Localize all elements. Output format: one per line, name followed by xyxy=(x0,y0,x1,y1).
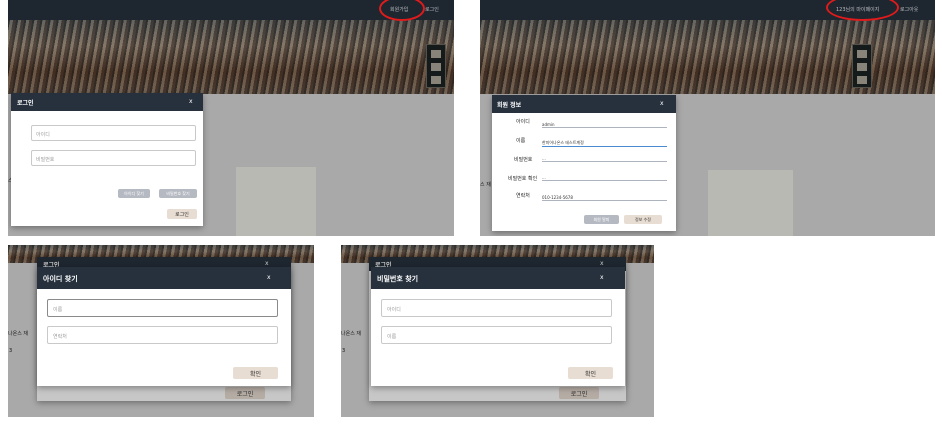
name-label: 이름 xyxy=(516,138,526,144)
modal-title: 회원 정보 xyxy=(497,102,522,109)
confirm-button[interactable]: 확인 xyxy=(568,367,613,379)
phone-field[interactable]: 010-1234-5678 xyxy=(542,195,667,201)
modal-title: 비밀번호 찾기 xyxy=(377,275,419,283)
confirm-button[interactable]: 확인 xyxy=(233,367,278,379)
password-input[interactable]: 비밀번호 xyxy=(31,150,196,166)
find-password-button[interactable]: 비밀번호 찾기 xyxy=(159,189,197,198)
login-modal: 로그인 x 아이디 비밀번호 아이디 찾기 비밀번호 찾기 로그인 xyxy=(11,93,203,226)
name-field[interactable]: 한미어나온스 테스트계정 xyxy=(542,140,667,147)
close-icon[interactable]: x xyxy=(189,98,193,105)
userid-value: admin xyxy=(542,122,667,128)
phone-label: 연락처 xyxy=(516,193,530,199)
close-icon[interactable]: x xyxy=(267,274,271,281)
password-confirm-field[interactable]: ... xyxy=(542,175,667,181)
userid-label: 아이디 xyxy=(516,119,530,125)
close-icon[interactable]: x xyxy=(600,274,604,281)
name-input[interactable]: 이름 xyxy=(47,299,278,317)
close-icon[interactable]: x xyxy=(660,100,664,107)
profile-modal: 회원 정보 x 아이디 admin 이름 한미어나온스 테스트계정 비밀번호 .… xyxy=(492,95,676,231)
find-password-screenshot: 로그인 x 로그인 나온스 재 3 비밀번호 찾기 x 아이디 이름 확인 xyxy=(341,245,654,417)
modal-header: 로그인 x xyxy=(11,93,203,111)
profile-screenshot: 123님의 마이페이지 로그아웃 스 재 회원 정보 x 아이디 admin 이… xyxy=(480,0,935,236)
withdraw-button[interactable]: 회원 탈퇴 xyxy=(584,215,619,224)
find-password-modal: 비밀번호 찾기 x 아이디 이름 확인 xyxy=(371,267,625,386)
modal-title: 로그인 xyxy=(17,100,34,107)
id-input[interactable]: 아이디 xyxy=(381,299,612,317)
find-id-button[interactable]: 아이디 찾기 xyxy=(118,189,150,198)
edit-info-button[interactable]: 정보 수정 xyxy=(624,215,662,224)
modal-header: 비밀번호 찾기 x xyxy=(371,267,625,289)
login-screenshot: 회원가입 로그인 스 재 로그인 x 아이디 비밀번호 아이디 찾기 비밀번호 … xyxy=(8,0,454,236)
phone-input[interactable]: 연락처 xyxy=(47,326,278,344)
login-submit-button[interactable]: 로그인 xyxy=(167,209,197,219)
modal-title: 아이디 찾기 xyxy=(43,275,78,283)
name-input[interactable]: 이름 xyxy=(381,326,612,344)
id-input[interactable]: 아이디 xyxy=(31,125,196,141)
modal-header: 회원 정보 x xyxy=(492,95,676,113)
password-confirm-label: 비밀번호 확인 xyxy=(508,176,538,182)
find-id-screenshot: 로그인 x 로그인 나온스 재 3 아이디 찾기 x 이름 연락처 확인 xyxy=(8,245,314,417)
find-id-modal: 아이디 찾기 x 이름 연락처 확인 xyxy=(37,267,291,386)
modal-header: 아이디 찾기 x xyxy=(37,267,291,289)
password-label: 비밀번호 xyxy=(514,157,533,163)
password-field[interactable]: ... xyxy=(542,156,667,162)
